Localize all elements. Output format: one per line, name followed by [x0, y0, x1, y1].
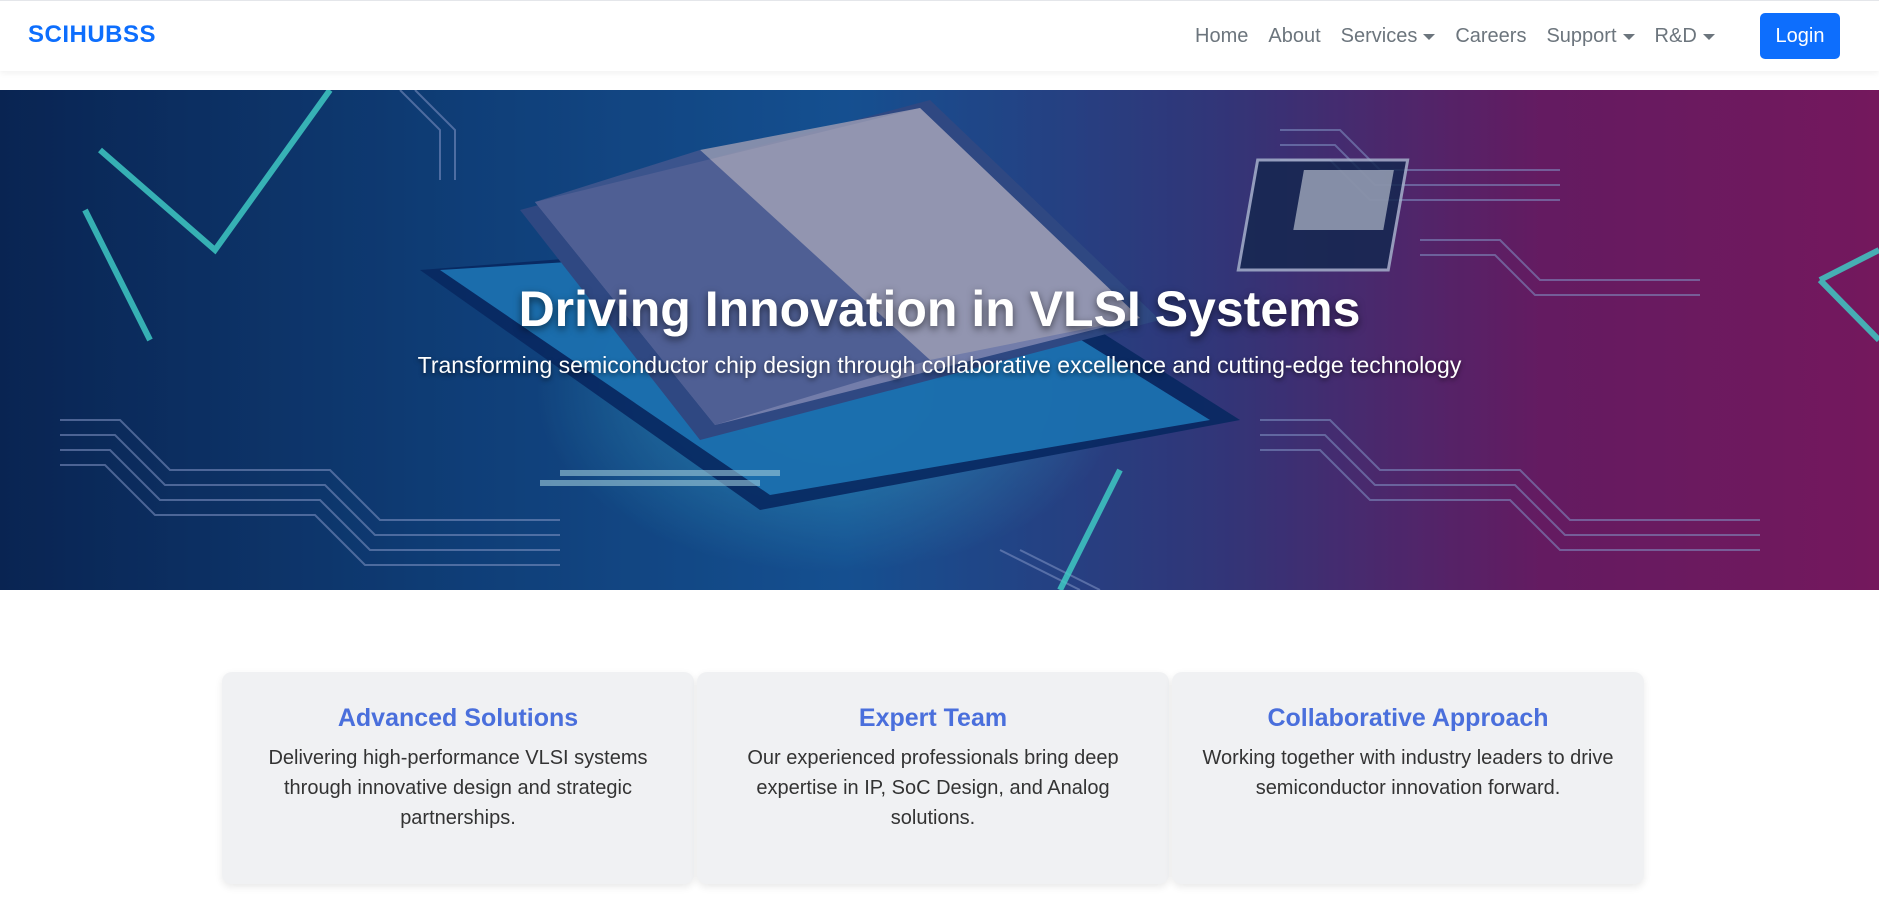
nav-menu: Home About Services Careers Support R&D: [1195, 1, 1735, 72]
feature-card-expert-team: Expert Team Our experienced professional…: [697, 672, 1169, 884]
nav-careers-label: Careers: [1455, 25, 1527, 47]
nav-about-label: About: [1268, 25, 1321, 47]
feature-card-title: Expert Team: [858, 704, 1008, 732]
nav-services-label: Services: [1340, 25, 1418, 47]
nav-support-label: Support: [1546, 25, 1617, 47]
caret-down-icon: [1622, 33, 1635, 40]
feature-card-text: Delivering high-performance VLSI systems…: [268, 747, 648, 829]
nav-services-dropdown[interactable]: Services: [1341, 25, 1436, 48]
nav-rnd-label: R&D: [1654, 25, 1697, 47]
nav-careers[interactable]: Careers: [1455, 25, 1526, 48]
top-navbar: SCIHUBSS Home About Services Careers Sup…: [0, 0, 1879, 71]
feature-card-title: Collaborative Approach: [1267, 704, 1549, 732]
feature-card-advanced-solutions: Advanced Solutions Delivering high-perfo…: [222, 672, 694, 884]
brand-logo[interactable]: SCIHUBSS: [28, 21, 156, 49]
hero-subtitle: Transforming semiconductor chip design t…: [417, 352, 1462, 378]
nav-home[interactable]: Home: [1195, 25, 1248, 48]
feature-card-text: Our experienced professionals bring deep…: [747, 747, 1119, 829]
hero-title: Driving Innovation in VLSI Systems: [518, 281, 1361, 337]
feature-card-collaborative-approach: Collaborative Approach Working together …: [1172, 672, 1644, 884]
feature-cards: Advanced Solutions Delivering high-perfo…: [222, 672, 1647, 884]
nav-home-label: Home: [1195, 25, 1249, 47]
caret-down-icon: [1423, 33, 1436, 40]
feature-card-title: Advanced Solutions: [337, 704, 579, 732]
login-button[interactable]: Login: [1760, 13, 1840, 59]
hero-overlay: [0, 90, 1879, 590]
nav-about[interactable]: About: [1268, 25, 1320, 48]
feature-card-text: Working together with industry leaders t…: [1202, 747, 1614, 799]
hero-banner: Driving Innovation in VLSI Systems Trans…: [0, 90, 1879, 590]
nav-rnd-dropdown[interactable]: R&D: [1655, 25, 1715, 48]
nav-support-dropdown[interactable]: Support: [1546, 25, 1635, 48]
caret-down-icon: [1702, 33, 1715, 40]
